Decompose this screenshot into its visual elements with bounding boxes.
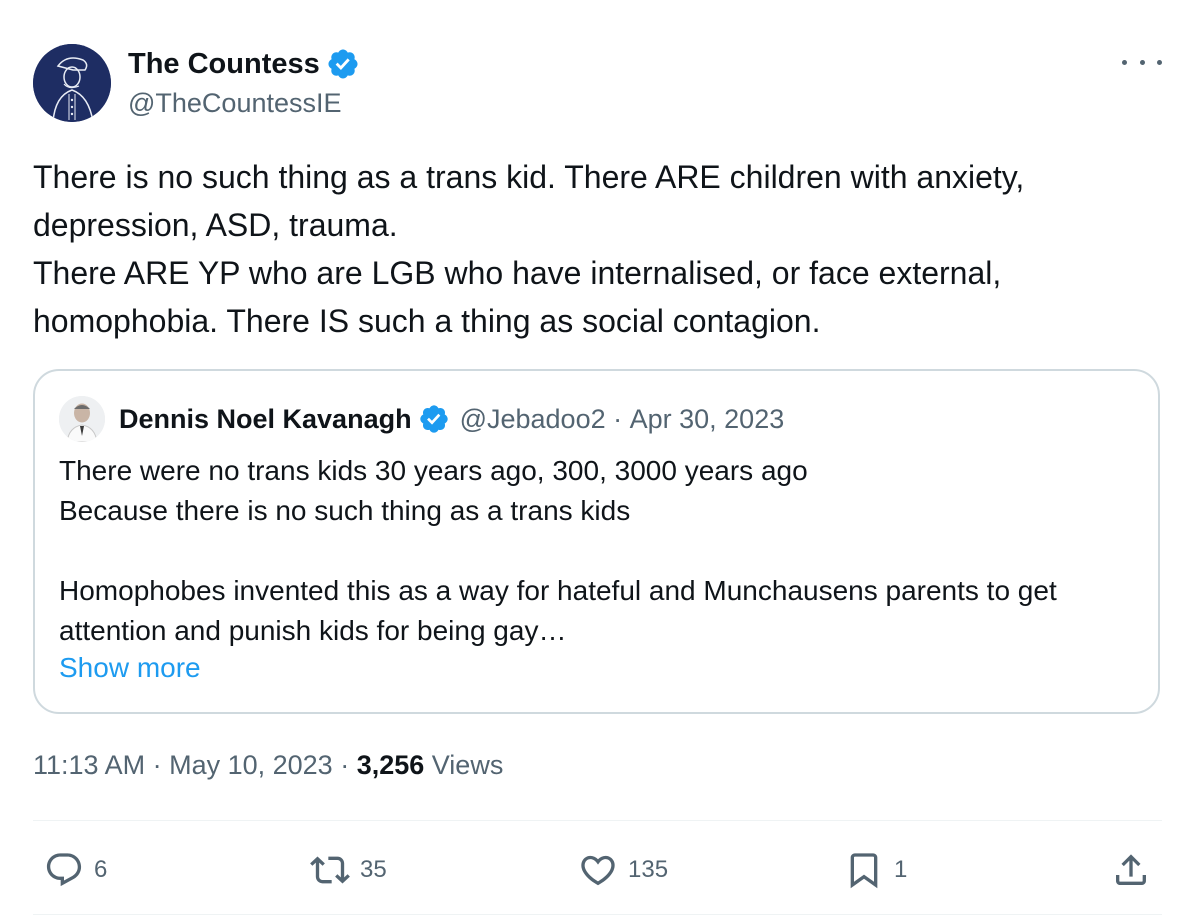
quoted-author-avatar[interactable] <box>59 396 105 442</box>
author-block: The Countess @TheCountessIE <box>128 44 360 122</box>
more-icon[interactable] <box>1122 50 1162 74</box>
bookmark-count: 1 <box>894 856 908 883</box>
verified-badge-icon <box>419 405 448 433</box>
reply-button[interactable]: 6 <box>44 840 107 900</box>
author-name-row: The Countess <box>128 44 360 84</box>
quoted-separator-dot: · <box>605 403 630 434</box>
verified-badge-icon[interactable] <box>326 47 360 81</box>
quoted-author-handle: @Jebadoo2 <box>459 403 606 434</box>
quoted-tweet-date: Apr 30, 2023 <box>629 403 785 434</box>
repost-icon <box>310 856 350 884</box>
meta-separator: · <box>145 750 170 780</box>
quoted-tweet-text: There were no trans kids 30 years ago, 3… <box>59 455 1057 646</box>
quoted-tweet-card[interactable]: Dennis Noel Kavanagh @Jebadoo2 · Apr 30,… <box>33 369 1160 714</box>
like-icon <box>581 855 615 886</box>
author-portrait-image <box>33 44 111 122</box>
bookmark-button[interactable]: 1 <box>844 840 907 900</box>
tweet-text: There is no such thing as a trans kid. T… <box>33 159 1025 339</box>
tweet-time[interactable]: 11:13 AM <box>33 750 145 780</box>
divider <box>33 820 1162 821</box>
quoted-tweet-header: Dennis Noel Kavanagh @Jebadoo2 · Apr 30,… <box>59 395 784 443</box>
views-count: 3,256 <box>356 750 425 780</box>
author-handle[interactable]: @TheCountessIE <box>128 84 360 122</box>
tweet-metadata: 11:13 AM · May 10, 2023 · 3,256 Views <box>33 750 503 781</box>
meta-separator: · <box>332 750 357 780</box>
show-more-link[interactable]: Show more <box>59 652 201 684</box>
more-dot <box>1122 59 1127 65</box>
reply-icon <box>46 853 82 887</box>
bookmark-icon <box>850 853 878 889</box>
quoted-author-name: Dennis Noel Kavanagh <box>119 403 412 434</box>
quoted-author-photo-image <box>59 396 105 442</box>
more-dot <box>1157 59 1162 65</box>
author-name[interactable]: The Countess <box>128 48 320 81</box>
repost-count: 35 <box>360 856 387 883</box>
repost-button[interactable]: 35 <box>310 840 387 900</box>
like-button[interactable]: 135 <box>578 840 668 900</box>
views-label: Views <box>431 750 504 780</box>
action-bar: 6 35 135 1 <box>0 840 1198 900</box>
share-button[interactable] <box>1111 840 1151 900</box>
reply-count: 6 <box>94 856 108 883</box>
divider <box>33 914 1162 915</box>
share-icon <box>1116 854 1146 885</box>
tweet-date[interactable]: May 10, 2023 <box>169 750 333 780</box>
like-count: 135 <box>628 856 669 883</box>
more-dot <box>1139 59 1145 65</box>
author-avatar[interactable] <box>33 44 111 122</box>
